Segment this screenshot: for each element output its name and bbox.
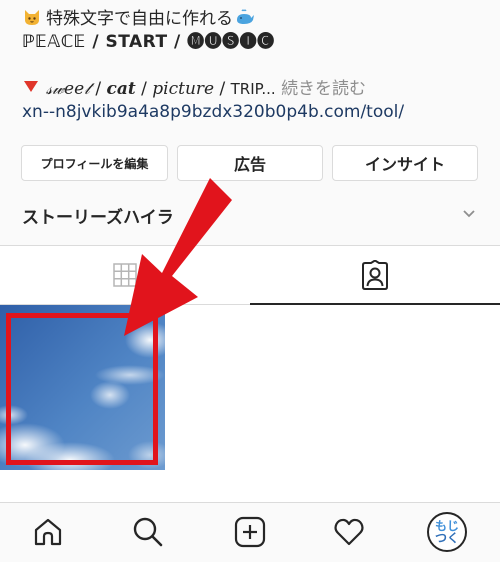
- tagged-icon: [362, 259, 388, 290]
- insight-button[interactable]: インサイト: [332, 145, 478, 181]
- bio-line-1: 特殊文字で自由に作れる: [22, 7, 259, 30]
- bio-line-3: 𝓈𝓌𝑒𝑒𝓉 / cat / picture / TRIP... 続きを読む: [22, 78, 366, 100]
- avatar-logo: もじ つく: [435, 520, 459, 544]
- nav-activity[interactable]: [331, 514, 367, 550]
- home-icon: [34, 518, 62, 546]
- red-triangle-icon: [24, 81, 38, 92]
- bio-separator: /: [214, 79, 231, 99]
- bio-word-picture: picture: [152, 79, 215, 99]
- avatar-text-line2: つく: [434, 531, 459, 545]
- whale-emoji-icon: [237, 9, 254, 24]
- bio-text-1: 特殊文字で自由に作れる: [46, 9, 233, 29]
- search-icon: [133, 517, 163, 547]
- plus-square-icon: [234, 516, 266, 548]
- bio-separator: /: [89, 79, 107, 99]
- bottom-navigation: もじ つく: [0, 502, 500, 562]
- read-more-link[interactable]: 続きを読む: [281, 79, 366, 99]
- bio-text-2: ℙ𝔼𝔸ℂ𝔼 / START / 🅜🅤🅢🅘🅒: [22, 32, 275, 52]
- tab-tagged[interactable]: [250, 246, 500, 305]
- red-arrow-annotation: [124, 178, 232, 336]
- nav-home[interactable]: [30, 514, 66, 550]
- bio-word-trip: TRIP...: [230, 80, 276, 98]
- nav-new-post[interactable]: [232, 514, 268, 550]
- nav-search[interactable]: [130, 514, 166, 550]
- cat-emoji-icon: [25, 10, 39, 25]
- avatar[interactable]: もじ つく: [427, 512, 467, 552]
- bio-separator: /: [135, 79, 153, 99]
- chevron-down-icon[interactable]: [462, 207, 476, 221]
- bio-website-link[interactable]: xn--n8jvkib9a4a8p9bzdx320b0p4b.com/tool/: [22, 101, 404, 123]
- bio-word-cat: cat: [106, 79, 136, 99]
- heart-icon: [334, 518, 364, 546]
- bio-word-sweet: 𝓈𝓌𝑒𝑒𝓉: [46, 79, 90, 99]
